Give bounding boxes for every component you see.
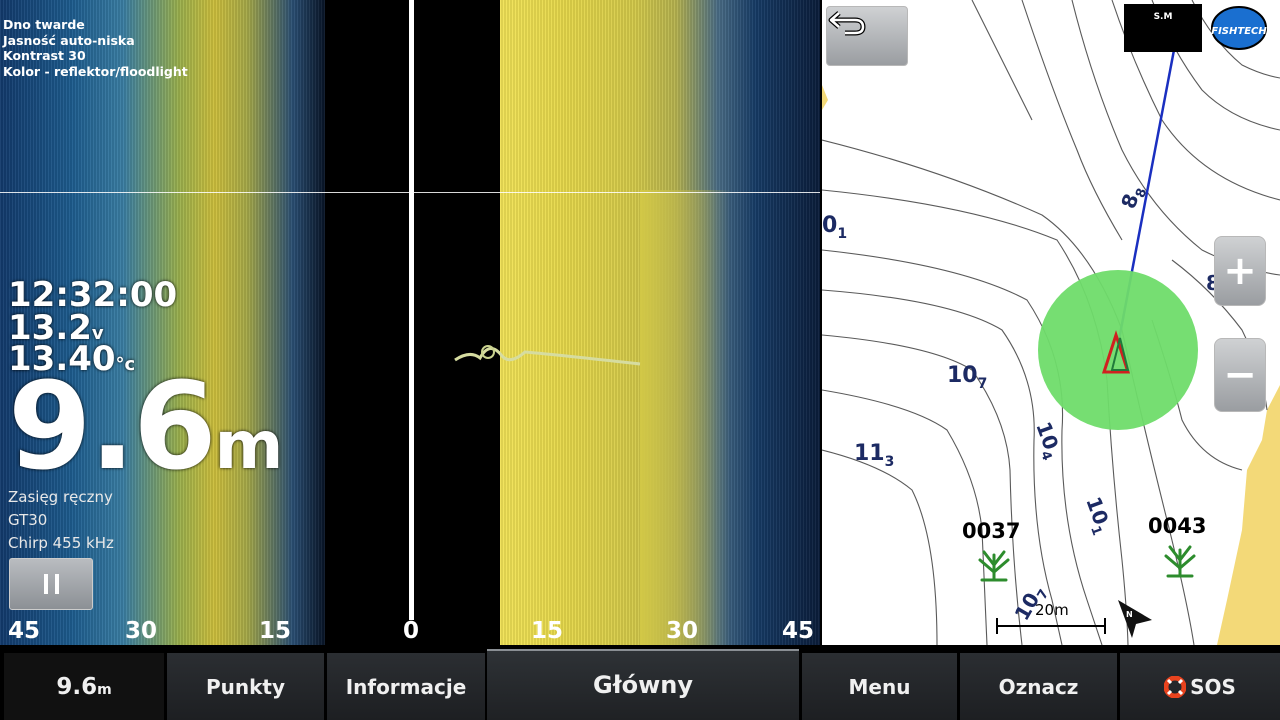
depth-unit: m <box>214 407 284 484</box>
depth-data-button[interactable]: 9.6 m <box>4 653 164 720</box>
map-scale-bar <box>996 618 1106 634</box>
setting-color: Kolor - reflektor/floodlight <box>3 63 188 79</box>
chart-canvas: 01 88 107 113 104 101 107 88 0037 0043 2… <box>822 0 1280 645</box>
sm-logo-text: S.M <box>1153 12 1173 22</box>
depth-label-decimal: 7 <box>978 376 988 392</box>
depth-label-decimal: 3 <box>885 454 895 470</box>
setting-brightness: Jasność auto-niska <box>3 32 135 48</box>
sonar-structure-echo <box>454 345 641 366</box>
depth-value: 9.6 <box>8 358 217 497</box>
depth-label: 10 <box>1081 494 1113 528</box>
frequency-label: Chirp 455 kHz <box>8 534 114 552</box>
svg-text:107: 107 <box>947 363 987 392</box>
setting-bottom: Dno twarde <box>3 17 85 32</box>
svg-text:113: 113 <box>854 441 894 470</box>
waypoint-label-0043: 0043 <box>1148 514 1206 538</box>
sidevu-sonar-view[interactable]: Dno twarde Jasność auto-niska Kontrast 3… <box>0 0 820 645</box>
depth-label: 0 <box>822 213 837 238</box>
plus-icon: + <box>1223 248 1257 294</box>
depth-label-decimal: 1 <box>1087 524 1104 538</box>
north-arrow-icon <box>1118 600 1152 638</box>
sos-label: SOS <box>1190 674 1236 699</box>
lifebuoy-icon <box>1164 675 1187 698</box>
scale-label-right-30: 30 <box>666 618 699 644</box>
depth-label: 10 <box>1031 419 1063 453</box>
zoom-in-button[interactable]: + <box>1214 236 1266 306</box>
menu-button[interactable]: Menu <box>802 653 957 720</box>
back-arrow-icon <box>828 11 866 36</box>
scale-label-left-30: 30 <box>125 618 158 644</box>
minus-icon: − <box>1223 352 1257 398</box>
depth-readout: 9.6m <box>8 368 283 506</box>
svg-text:FISHTECH: FISHTECH <box>1211 26 1267 37</box>
zoom-out-button[interactable]: − <box>1214 338 1266 412</box>
scale-label-center-0: 0 <box>403 618 420 644</box>
information-button[interactable]: Informacje <box>327 653 485 720</box>
range-mode-label: Zasięg ręczny <box>8 488 113 506</box>
setting-contrast: Kontrast 30 <box>3 48 86 63</box>
navigation-chart[interactable]: 01 88 107 113 104 101 107 88 0037 0043 2… <box>822 0 1280 645</box>
depth-data-unit: m <box>97 681 112 698</box>
pause-icon-bar <box>43 574 48 594</box>
waypoint-tree-icon <box>1164 545 1196 578</box>
back-button[interactable] <box>826 6 908 66</box>
depth-label: 11 <box>854 441 885 466</box>
svg-text:01: 01 <box>822 213 847 242</box>
points-button[interactable]: Punkty <box>167 653 324 720</box>
sonar-settings-list: Dno twarde Jasność auto-niska Kontrast 3… <box>3 17 188 79</box>
depth-label-decimal: 1 <box>837 226 847 242</box>
main-button[interactable]: Główny <box>487 649 799 720</box>
transducer-label: GT30 <box>8 511 48 529</box>
svg-text:101: 101 <box>1078 494 1117 538</box>
depth-label: 10 <box>947 363 978 388</box>
north-label: N <box>1126 610 1133 619</box>
fishtech-logo-icon: FISHTECH <box>1211 6 1267 50</box>
depth-label-decimal: 4 <box>1037 449 1054 463</box>
shoreline-shape <box>1217 385 1280 645</box>
pause-icon-bar <box>54 574 59 594</box>
sonar-right-bottom-return <box>640 190 730 645</box>
sos-button[interactable]: SOS <box>1120 653 1280 720</box>
shoreline-shape <box>822 85 828 110</box>
map-scale-label: 20m <box>1035 601 1069 619</box>
fishtech-logo: FISHTECH <box>1208 2 1270 54</box>
bottom-toolbar: 9.6 m Punkty Informacje Główny Menu Oznac… <box>0 645 1280 720</box>
scale-label-right-45: 45 <box>782 618 815 644</box>
pause-button[interactable] <box>9 558 93 610</box>
sm-channel-logo: S.M <box>1124 4 1202 52</box>
sonar-center-line <box>409 0 414 620</box>
mark-button[interactable]: Oznacz <box>960 653 1117 720</box>
scale-label-right-15: 15 <box>531 618 564 644</box>
depth-data-value: 9.6 <box>56 673 98 700</box>
waypoint-label-0037: 0037 <box>962 519 1020 543</box>
scale-label-left-15: 15 <box>259 618 292 644</box>
scale-label-left-45: 45 <box>8 618 41 644</box>
